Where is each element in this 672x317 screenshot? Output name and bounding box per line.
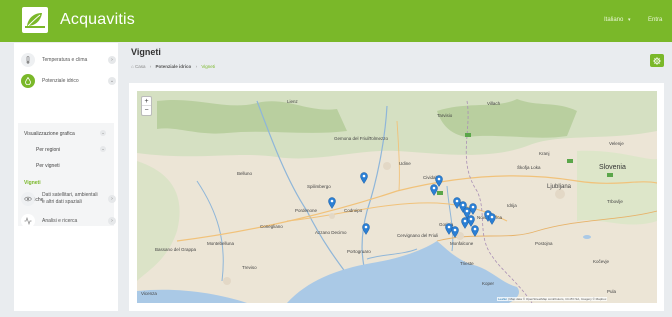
map-label: Portogruaro (347, 249, 371, 254)
login-link[interactable]: Entra (648, 17, 662, 23)
eye-icon (21, 192, 35, 206)
thermometer-icon (21, 53, 35, 67)
map-label: Lienz (287, 99, 298, 104)
map-marker-icon[interactable] (488, 213, 496, 225)
breadcrumb: ⌂ Casa › Potenziale idrico › Vigneti (131, 64, 216, 69)
page-title: Vigneti (131, 47, 161, 57)
leaflet-link[interactable]: Leaflet (498, 297, 507, 301)
sidebar-item-label: Dati satellitari, ambientali e altri dat… (42, 192, 98, 205)
map-marker-icon[interactable] (451, 226, 459, 238)
map-marker-icon[interactable] (362, 223, 370, 235)
chevron-down-icon[interactable]: ⌄ (100, 146, 106, 152)
map-label: Pula (607, 289, 617, 294)
map-label: Vicenza (141, 291, 157, 296)
map-label: Udine (399, 161, 411, 166)
map-tiles (137, 91, 657, 303)
vineyard-map[interactable]: Slovenia Ljubljana Udine Pordenone Goriz… (137, 91, 657, 303)
map-label: Treviso (242, 265, 257, 270)
chevron-right-icon[interactable]: › (108, 56, 116, 64)
map-marker-icon[interactable] (328, 197, 336, 209)
activity-icon (21, 214, 35, 228)
sidebar-item-label: Analisi e ricerca (42, 218, 78, 224)
map-label: Ljubljana (547, 184, 572, 190)
map-label: Azzano Decimo (315, 230, 347, 235)
map-marker-icon[interactable] (435, 175, 443, 187)
map-label: Conegliano (260, 224, 283, 229)
map-label: Kranj (539, 151, 550, 156)
map-label: Kočevje (593, 259, 610, 264)
language-selector[interactable]: Italiano (604, 17, 623, 23)
map-marker-icon[interactable] (469, 203, 477, 215)
zoom-in-button[interactable]: + (142, 97, 151, 106)
sidebar-item-temperature[interactable]: Temperatura e clima › (14, 52, 118, 68)
map-label: Codroipo (344, 208, 363, 213)
map-label: Pordenone (295, 208, 318, 213)
map-label: Montebelluna (207, 241, 235, 246)
map-label: Tarvisio (437, 113, 453, 118)
submenu-item-vigneti[interactable]: Vigneti (24, 180, 41, 186)
map-label: Tolmezzo (369, 136, 389, 141)
gear-icon (653, 57, 661, 65)
chevron-right-icon[interactable]: › (108, 217, 116, 225)
sidebar-item-label: Temperatura e clima (42, 57, 88, 63)
map-label: Škofja Loka (517, 165, 541, 170)
map-label: Gemona del Friuli (334, 136, 370, 141)
chevron-right-icon[interactable]: › (108, 195, 116, 203)
map-label: Slovenia (599, 164, 626, 171)
breadcrumb-current: Vigneti (201, 64, 216, 69)
sidebar-submenu: Visualizzazione grafica ⌄ Per regioni ⌄ … (18, 123, 114, 226)
submenu-group-graphic-view[interactable]: Visualizzazione grafica (24, 131, 75, 137)
brand-name[interactable]: Acquavitis (60, 11, 135, 29)
zoom-out-button[interactable]: − (142, 106, 151, 115)
sidebar: Temperatura e clima › Potenziale idrico … (14, 43, 118, 311)
map-label: Idrija (507, 203, 517, 208)
chevron-down-icon[interactable]: ⌄ (108, 77, 116, 85)
sidebar-item-label: Potenziale idrico (42, 78, 79, 84)
map-label: Villach (487, 101, 501, 106)
settings-button[interactable] (650, 54, 664, 67)
zoom-control: + − (141, 96, 152, 116)
home-icon[interactable]: ⌂ (131, 64, 134, 69)
map-label: Belluno (237, 171, 253, 176)
map-label: Cervignano del Friuli (397, 233, 439, 238)
sidebar-item-satellite-data[interactable]: Dati satellitari, ambientali e altri dat… (14, 190, 118, 208)
map-label: Koper (482, 281, 495, 286)
submenu-item-per-vigneti[interactable]: Per vigneti (36, 163, 60, 169)
sidebar-item-water-potential[interactable]: Potenziale idrico ⌄ (14, 73, 118, 89)
breadcrumb-home[interactable]: Casa (135, 64, 146, 69)
map-label: Trieste (460, 261, 474, 266)
submenu-item-per-regioni[interactable]: Per regioni (36, 147, 60, 153)
top-bar: Acquavitis Italiano ▾ Entra (0, 0, 672, 42)
map-marker-icon[interactable] (360, 172, 368, 184)
water-drop-icon (21, 74, 35, 88)
map-label: Velenje (609, 141, 624, 146)
map-label: Postojna (535, 241, 553, 246)
breadcrumb-water-potential[interactable]: Potenziale idrico (156, 64, 192, 69)
chevron-down-icon[interactable]: ▾ (628, 17, 631, 23)
sidebar-item-analysis[interactable]: Analisi e ricerca › (14, 213, 118, 229)
map-attribution: Leaflet | Map data © OpenStreetMap contr… (497, 297, 608, 301)
map-label: Monfalcone (450, 241, 474, 246)
chevron-down-icon[interactable]: ⌄ (100, 130, 106, 136)
map-marker-icon[interactable] (471, 225, 479, 237)
grape-leaf-logo-icon[interactable] (22, 7, 48, 33)
map-label: Spilimbergo (307, 184, 331, 189)
map-label: Bassano del Grappa (155, 247, 197, 252)
map-label: Trbovlje (607, 199, 623, 204)
